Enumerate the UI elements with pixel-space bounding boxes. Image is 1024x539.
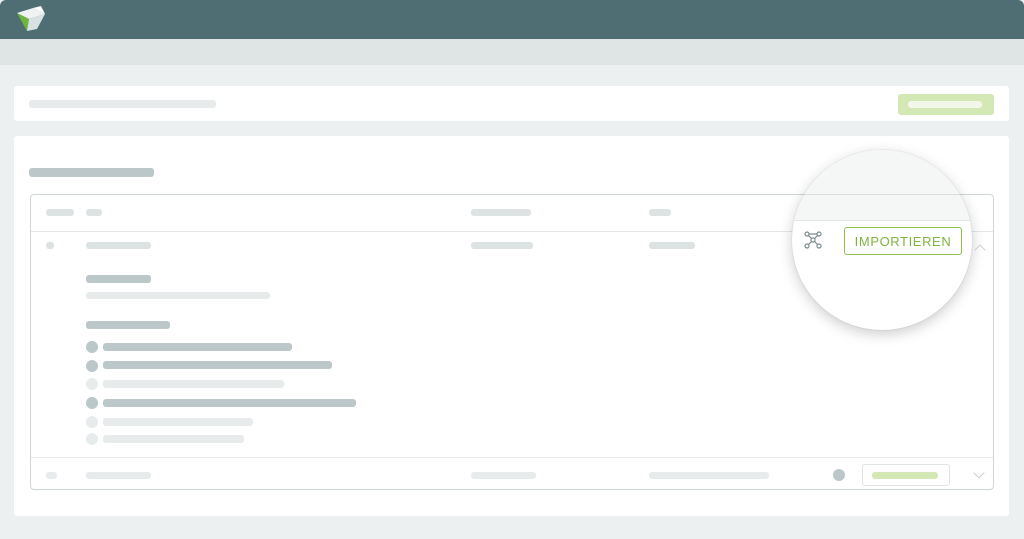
row-import-button[interactable] xyxy=(862,464,950,486)
magnifier-callout: IMPORTIEREN xyxy=(792,150,972,330)
network-icon[interactable] xyxy=(803,230,823,250)
column-header xyxy=(46,209,74,216)
import-button[interactable]: IMPORTIEREN xyxy=(844,227,962,255)
row-cell xyxy=(86,472,151,479)
row-cell xyxy=(86,242,151,249)
sub-navigation-bar xyxy=(0,39,1024,65)
row-checkbox[interactable] xyxy=(46,242,54,249)
row-cell xyxy=(649,472,769,479)
detail-heading xyxy=(86,275,151,283)
row-cell xyxy=(471,472,536,479)
row-cell xyxy=(471,242,533,249)
column-header xyxy=(649,209,671,216)
column-header xyxy=(86,209,102,216)
detail-heading xyxy=(86,321,170,329)
status-dot xyxy=(833,469,845,481)
top-bar xyxy=(0,0,1024,39)
row-checkbox[interactable] xyxy=(46,472,57,479)
header-card xyxy=(14,86,1009,121)
detail-text xyxy=(86,292,270,299)
chevron-down-icon[interactable] xyxy=(973,467,985,479)
header-title-placeholder xyxy=(29,100,216,108)
column-header xyxy=(471,209,531,216)
section-title-placeholder xyxy=(29,168,154,177)
row-cell xyxy=(649,242,695,249)
envelope-logo-icon[interactable] xyxy=(15,5,47,33)
header-action-button[interactable] xyxy=(898,94,994,115)
